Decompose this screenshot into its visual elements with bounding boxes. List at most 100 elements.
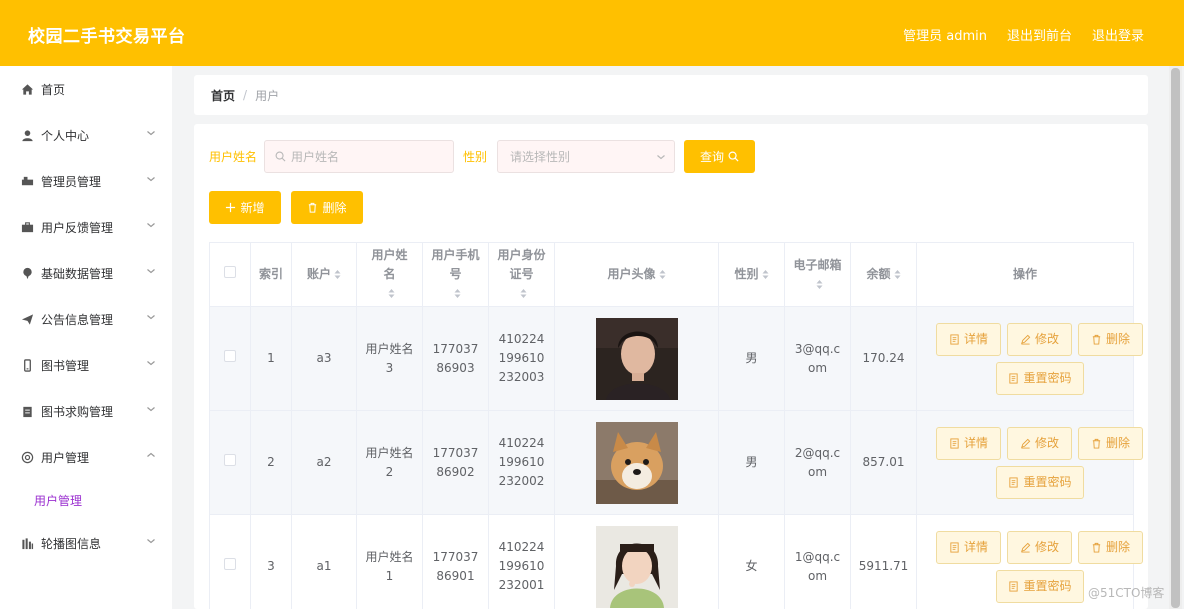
edit-icon [1021, 438, 1031, 449]
sidebar-item-carousel[interactable]: 轮播图信息 [0, 520, 172, 566]
header-index: 索引 [250, 242, 292, 307]
sidebar-item-book-requests[interactable]: 图书求购管理 [0, 388, 172, 434]
add-button[interactable]: 新增 [209, 191, 281, 224]
sort-icon[interactable] [762, 269, 769, 280]
cell-name: 用户姓名2 [356, 410, 423, 515]
top-header: 校园二手书交易平台 管理员 admin 退出到前台 退出登录 [0, 0, 1184, 66]
header-gender[interactable]: 性别 [718, 242, 785, 307]
table-row[interactable]: 2 a2 用户姓名2 17703786902 41022419961023200… [209, 410, 1143, 515]
name-search-input[interactable]: 用户姓名 [264, 140, 455, 173]
cell-account: a3 [291, 306, 357, 411]
batch-delete-button[interactable]: 删除 [291, 191, 363, 224]
avatar-image[interactable] [595, 421, 678, 504]
sidebar-item-notice[interactable]: 公告信息管理 [0, 296, 172, 342]
table-row[interactable]: 3 a1 用户姓名1 17703786901 41022419961023200… [209, 514, 1143, 609]
delete-button[interactable]: 删除 [1078, 323, 1143, 356]
cell-balance: 857.01 [850, 410, 917, 515]
sidebar-item-admin[interactable]: 管理员管理 [0, 158, 172, 204]
admin-user-label[interactable]: 管理员 admin [903, 25, 987, 44]
header-phone[interactable]: 用户手机号 [422, 242, 489, 307]
sidebar-item-label: 基础数据管理 [41, 266, 114, 281]
row-checkbox[interactable] [224, 350, 236, 362]
action-bar: 新增 删除 [209, 191, 363, 224]
trash-icon [309, 202, 317, 213]
exit-to-front-link[interactable]: 退出到前台 [1007, 25, 1072, 44]
sidebar-item-basedata[interactable]: 基础数据管理 [0, 250, 172, 296]
detail-button[interactable]: 详情 [936, 427, 1001, 460]
sort-icon[interactable] [388, 288, 395, 299]
query-button[interactable]: 查询 [684, 140, 756, 173]
header-index-label: 索引 [258, 267, 283, 281]
add-button-label: 新增 [240, 201, 265, 215]
header-avatar[interactable]: 用户头像 [554, 242, 719, 307]
sort-icon[interactable] [334, 269, 341, 280]
reset-password-button[interactable]: 重置密码 [996, 570, 1084, 603]
scrollbar-thumb[interactable] [1171, 68, 1180, 608]
edit-button[interactable]: 修改 [1007, 531, 1072, 564]
sidebar: 首页 个人中心 管理员管理 用户反馈管理 基础数据管理 公告信息管理 图书管理 … [0, 66, 172, 609]
sidebar-item-label: 轮播图信息 [41, 536, 102, 551]
header-balance[interactable]: 余额 [850, 242, 917, 307]
detail-button-label: 详情 [963, 436, 988, 450]
sidebar-item-books[interactable]: 图书管理 [0, 342, 172, 388]
cell-name: 用户姓名1 [356, 514, 423, 609]
cell-idcard: 410224199610232001 [488, 514, 555, 609]
delete-button[interactable]: 删除 [1078, 531, 1143, 564]
cell-idcard-text: 410224199610232002 [498, 436, 545, 488]
page-scrollbar[interactable] [1169, 66, 1182, 609]
submenu-item-user-management[interactable]: 用户管理 [0, 480, 172, 520]
phone-icon [20, 358, 34, 372]
sort-icon[interactable] [894, 269, 901, 280]
delete-button[interactable]: 删除 [1078, 427, 1143, 460]
detail-button[interactable]: 详情 [936, 323, 1001, 356]
clipboard-icon [20, 404, 34, 418]
detail-button[interactable]: 详情 [936, 531, 1001, 564]
edit-button[interactable]: 修改 [1007, 427, 1072, 460]
sidebar-item-label: 管理员管理 [41, 174, 102, 189]
table-header-row: 索引 账户 用户姓名 用户手机号 用户身份证号 用户头像 性别 电子邮箱 余额 … [209, 242, 1134, 307]
sidebar-item-label: 首页 [41, 82, 66, 97]
header-idcard[interactable]: 用户身份证号 [488, 242, 555, 307]
document-icon [950, 438, 959, 449]
gender-select[interactable]: 请选择性别 [497, 140, 676, 173]
sort-icon[interactable] [659, 269, 666, 280]
row-checkbox[interactable] [224, 454, 236, 466]
sidebar-item-users[interactable]: 用户管理 [0, 434, 172, 480]
cell-email: 2@qq.com [784, 410, 851, 515]
row-checkbox[interactable] [224, 558, 236, 570]
logout-link[interactable]: 退出登录 [1092, 25, 1144, 44]
cell-avatar [554, 514, 719, 609]
sort-icon[interactable] [520, 288, 527, 299]
header-name-label: 用户姓名 [371, 248, 408, 281]
select-all-checkbox[interactable] [224, 266, 236, 278]
sort-icon[interactable] [454, 288, 461, 299]
cell-email-text: 1@qq.com [794, 549, 841, 583]
breadcrumb-home[interactable]: 首页 [211, 87, 235, 104]
sidebar-item-label: 公告信息管理 [41, 312, 114, 327]
document-icon [950, 334, 959, 345]
row-select-cell [209, 306, 251, 411]
cell-phone: 17703786902 [422, 410, 489, 515]
chevron-down-icon [147, 539, 155, 544]
reset-password-button[interactable]: 重置密码 [996, 466, 1084, 499]
header-email[interactable]: 电子邮箱 [784, 242, 851, 307]
avatar-image[interactable] [595, 317, 678, 400]
cell-email: 1@qq.com [784, 514, 851, 609]
cell-balance: 5911.71 [850, 514, 917, 609]
sort-icon[interactable] [816, 279, 823, 290]
sidebar-item-feedback[interactable]: 用户反馈管理 [0, 204, 172, 250]
sidebar-item-personal[interactable]: 个人中心 [0, 112, 172, 158]
chevron-down-icon [147, 269, 155, 274]
header-phone-label: 用户手机号 [431, 248, 480, 281]
users-table: 索引 账户 用户姓名 用户手机号 用户身份证号 用户头像 性别 电子邮箱 余额 … [209, 242, 1143, 609]
sidebar-item-home[interactable]: 首页 [0, 66, 172, 112]
avatar-image[interactable] [595, 525, 678, 608]
header-account[interactable]: 账户 [291, 242, 357, 307]
cell-email: 3@qq.com [784, 306, 851, 411]
table-row[interactable]: 1 a3 用户姓名3 17703786903 41022419961023200… [209, 306, 1143, 411]
edit-button[interactable]: 修改 [1007, 323, 1072, 356]
document-icon [1009, 373, 1019, 384]
header-name[interactable]: 用户姓名 [356, 242, 423, 307]
reset-password-button[interactable]: 重置密码 [996, 362, 1084, 395]
header-email-label: 电子邮箱 [793, 257, 842, 272]
